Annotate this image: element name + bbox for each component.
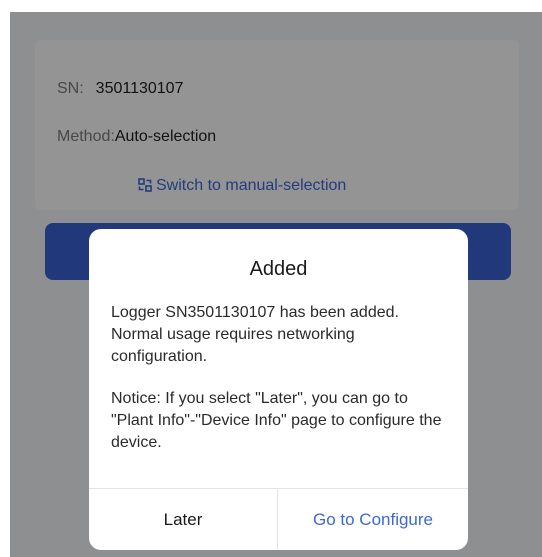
dialog-title: Added <box>249 258 308 280</box>
later-button[interactable]: Later <box>89 489 277 550</box>
added-dialog: Added Logger SN3501130107 has been added… <box>89 229 468 550</box>
go-to-configure-button[interactable]: Go to Configure <box>278 489 468 550</box>
dialog-message: Logger SN3501130107 has been added. Norm… <box>111 304 399 365</box>
dialog-notice: Notice: If you select "Later", you can g… <box>111 390 442 451</box>
